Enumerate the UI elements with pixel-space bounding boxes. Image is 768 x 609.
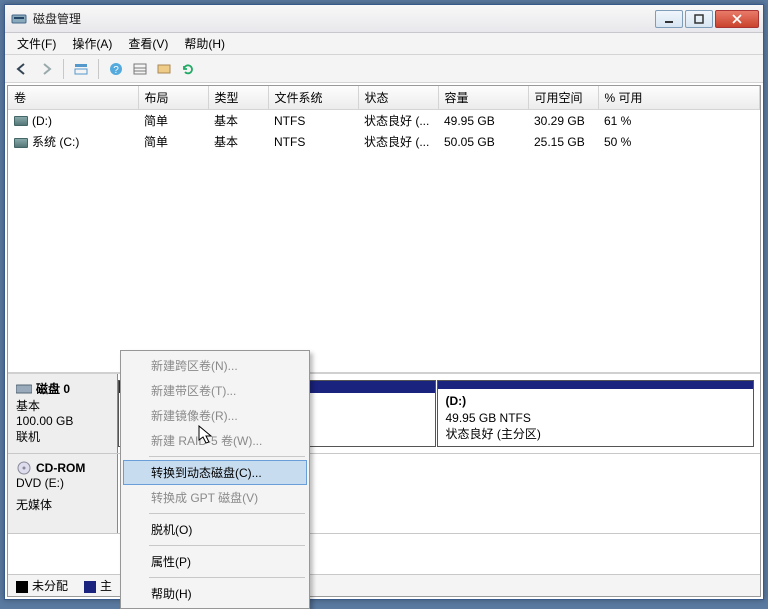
ctx-new-spanned[interactable]: 新建跨区卷(N)...: [123, 353, 307, 378]
titlebar[interactable]: 磁盘管理: [5, 5, 763, 33]
ctx-new-mirrored[interactable]: 新建镜像卷(R)...: [123, 403, 307, 428]
vol-cap: 49.95 GB: [438, 110, 528, 132]
back-button[interactable]: [11, 58, 33, 80]
ctx-help[interactable]: 帮助(H): [123, 581, 307, 606]
list-button[interactable]: [129, 58, 151, 80]
col-pct[interactable]: % 可用: [598, 86, 760, 110]
ctx-to-dynamic[interactable]: 转换到动态磁盘(C)...: [123, 460, 307, 485]
swatch-primary: [84, 581, 96, 593]
cdrom-icon: [16, 460, 32, 476]
disk-management-window: 磁盘管理 文件(F) 操作(A) 查看(V) 帮助(H) ? 卷 布局: [4, 4, 764, 600]
cdrom-line: DVD (E:): [16, 476, 109, 490]
forward-button[interactable]: [35, 58, 57, 80]
part-size: 49.95 GB NTFS: [446, 410, 746, 426]
vol-type: 基本: [208, 110, 268, 132]
ctx-properties[interactable]: 属性(P): [123, 549, 307, 574]
vol-pct: 50 %: [598, 131, 760, 152]
col-free[interactable]: 可用空间: [528, 86, 598, 110]
partition-d[interactable]: (D:) 49.95 GB NTFS 状态良好 (主分区): [437, 380, 755, 447]
app-icon: [11, 11, 27, 27]
minimize-button[interactable]: [655, 10, 683, 28]
disk-state: 联机: [16, 428, 109, 445]
help-button[interactable]: ?: [105, 58, 127, 80]
part-status: 状态良好 (主分区): [446, 426, 746, 442]
maximize-button[interactable]: [685, 10, 713, 28]
vol-fs: NTFS: [268, 131, 358, 152]
menu-file[interactable]: 文件(F): [9, 33, 64, 54]
disk-context-menu: 新建跨区卷(N)... 新建带区卷(T)... 新建镜像卷(R)... 新建 R…: [120, 350, 310, 609]
cdrom-state: 无媒体: [16, 496, 109, 513]
menu-action[interactable]: 操作(A): [64, 33, 120, 54]
table-row[interactable]: 系统 (C:) 简单 基本 NTFS 状态良好 (... 50.05 GB 25…: [8, 131, 760, 152]
disk-size: 100.00 GB: [16, 414, 109, 428]
refresh-button[interactable]: [177, 58, 199, 80]
col-layout[interactable]: 布局: [138, 86, 208, 110]
close-button[interactable]: [715, 10, 759, 28]
legend-unallocated: 未分配: [32, 579, 68, 593]
settings-button[interactable]: [153, 58, 175, 80]
part-label: (D:): [446, 393, 746, 409]
volume-table: 卷 布局 类型 文件系统 状态 容量 可用空间 % 可用 (D:) 简单 基本 …: [8, 86, 760, 152]
col-status[interactable]: 状态: [358, 86, 438, 110]
col-capacity[interactable]: 容量: [438, 86, 528, 110]
vol-layout: 简单: [138, 131, 208, 152]
ctx-offline[interactable]: 脱机(O): [123, 517, 307, 542]
ctx-new-striped[interactable]: 新建带区卷(T)...: [123, 378, 307, 403]
vol-free: 25.15 GB: [528, 131, 598, 152]
vol-cap: 50.05 GB: [438, 131, 528, 152]
vol-name: 系统 (C:): [32, 135, 79, 149]
vol-type: 基本: [208, 131, 268, 152]
vol-fs: NTFS: [268, 110, 358, 132]
disk-icon: [16, 383, 32, 395]
legend-primary: 主: [100, 579, 112, 593]
toolbar: ?: [5, 55, 763, 83]
svg-text:?: ?: [113, 65, 119, 76]
menu-view[interactable]: 查看(V): [120, 33, 176, 54]
disk-title: 磁盘 0: [36, 380, 70, 397]
table-row[interactable]: (D:) 简单 基本 NTFS 状态良好 (... 49.95 GB 30.29…: [8, 110, 760, 132]
col-fs[interactable]: 文件系统: [268, 86, 358, 110]
volume-list[interactable]: 卷 布局 类型 文件系统 状态 容量 可用空间 % 可用 (D:) 简单 基本 …: [8, 86, 760, 374]
vol-name: (D:): [32, 114, 52, 128]
swatch-unallocated: [16, 581, 28, 593]
menubar: 文件(F) 操作(A) 查看(V) 帮助(H): [5, 33, 763, 55]
vol-pct: 61 %: [598, 110, 760, 132]
ctx-to-gpt[interactable]: 转换成 GPT 磁盘(V): [123, 485, 307, 510]
vol-status: 状态良好 (...: [358, 131, 438, 152]
disk-info: 磁盘 0 基本 100.00 GB 联机: [8, 374, 118, 453]
view-button[interactable]: [70, 58, 92, 80]
cdrom-title: CD-ROM: [36, 461, 85, 475]
vol-free: 30.29 GB: [528, 110, 598, 132]
drive-icon: [14, 138, 28, 148]
menu-help[interactable]: 帮助(H): [176, 33, 233, 54]
col-volume[interactable]: 卷: [8, 86, 138, 110]
ctx-new-raid5[interactable]: 新建 RAID-5 卷(W)...: [123, 428, 307, 453]
disk-info: CD-ROM DVD (E:) 无媒体: [8, 454, 118, 533]
vol-status: 状态良好 (...: [358, 110, 438, 132]
vol-layout: 简单: [138, 110, 208, 132]
window-title: 磁盘管理: [33, 10, 655, 27]
disk-kind: 基本: [16, 397, 109, 414]
col-type[interactable]: 类型: [208, 86, 268, 110]
drive-icon: [14, 116, 28, 126]
